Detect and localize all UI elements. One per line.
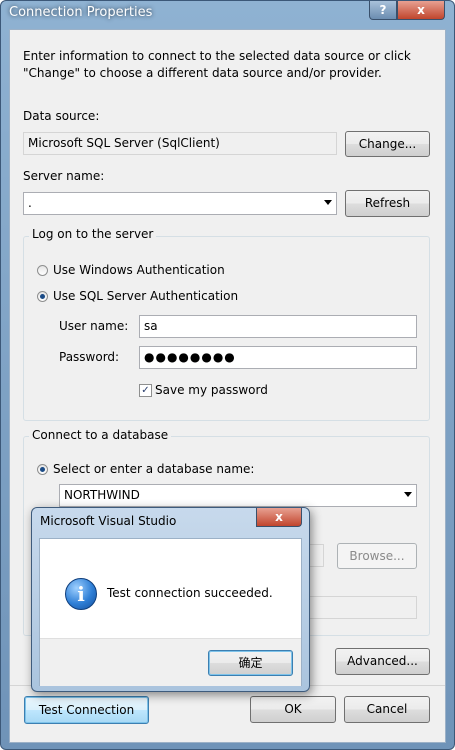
- windows-auth-radio[interactable]: [37, 265, 48, 276]
- advanced-button[interactable]: Advanced...: [335, 648, 430, 675]
- message-box-close-button[interactable]: x: [256, 508, 302, 527]
- database-name-combo[interactable]: NORTHWIND: [59, 484, 417, 507]
- window-title: Connection Properties: [9, 5, 153, 20]
- chevron-down-icon[interactable]: [404, 492, 412, 497]
- test-connection-button[interactable]: Test Connection: [24, 696, 149, 724]
- logical-name-field: [300, 596, 417, 619]
- ok-button[interactable]: OK: [250, 696, 336, 723]
- data-source-label: Data source:: [23, 109, 100, 123]
- user-name-field[interactable]: sa: [139, 315, 417, 338]
- server-name-value: .: [28, 196, 32, 210]
- database-name-value: NORTHWIND: [64, 488, 140, 502]
- password-label: Password:: [59, 350, 120, 364]
- browse-button[interactable]: Browse...: [337, 543, 417, 569]
- server-name-combo[interactable]: .: [23, 192, 337, 215]
- cancel-button[interactable]: Cancel: [344, 696, 430, 723]
- refresh-button[interactable]: Refresh: [345, 190, 430, 217]
- message-box-title: Microsoft Visual Studio: [40, 514, 177, 528]
- intro-text: Enter information to connect to the sele…: [23, 49, 411, 80]
- close-button[interactable]: x: [397, 1, 445, 20]
- password-field[interactable]: ●●●●●●●●: [139, 346, 417, 369]
- select-database-label[interactable]: Select or enter a database name:: [53, 462, 254, 476]
- data-source-field: Microsoft SQL Server (SqlClient): [23, 132, 337, 155]
- message-box-client: i Test connection succeeded. 确定: [39, 538, 302, 686]
- message-text: Test connection succeeded.: [107, 586, 273, 600]
- info-icon: i: [65, 578, 97, 610]
- server-name-label: Server name:: [23, 169, 105, 183]
- database-group-title: Connect to a database: [29, 428, 172, 442]
- save-password-checkbox[interactable]: ✓: [139, 384, 152, 397]
- message-box-button-bar: 确定: [40, 638, 301, 686]
- sql-auth-label[interactable]: Use SQL Server Authentication: [53, 289, 238, 303]
- message-box: Microsoft Visual Studio x i Test connect…: [31, 507, 310, 692]
- message-box-ok-button[interactable]: 确定: [208, 650, 293, 676]
- logon-group-title: Log on to the server: [29, 227, 157, 241]
- change-button[interactable]: Change...: [345, 131, 430, 157]
- user-name-label: User name:: [59, 319, 129, 333]
- help-button[interactable]: ?: [369, 1, 397, 20]
- chevron-down-icon[interactable]: [324, 200, 332, 205]
- select-database-radio[interactable]: [37, 464, 48, 475]
- windows-auth-label[interactable]: Use Windows Authentication: [53, 263, 225, 277]
- sql-auth-radio[interactable]: [37, 291, 48, 302]
- save-password-label[interactable]: Save my password: [155, 383, 268, 397]
